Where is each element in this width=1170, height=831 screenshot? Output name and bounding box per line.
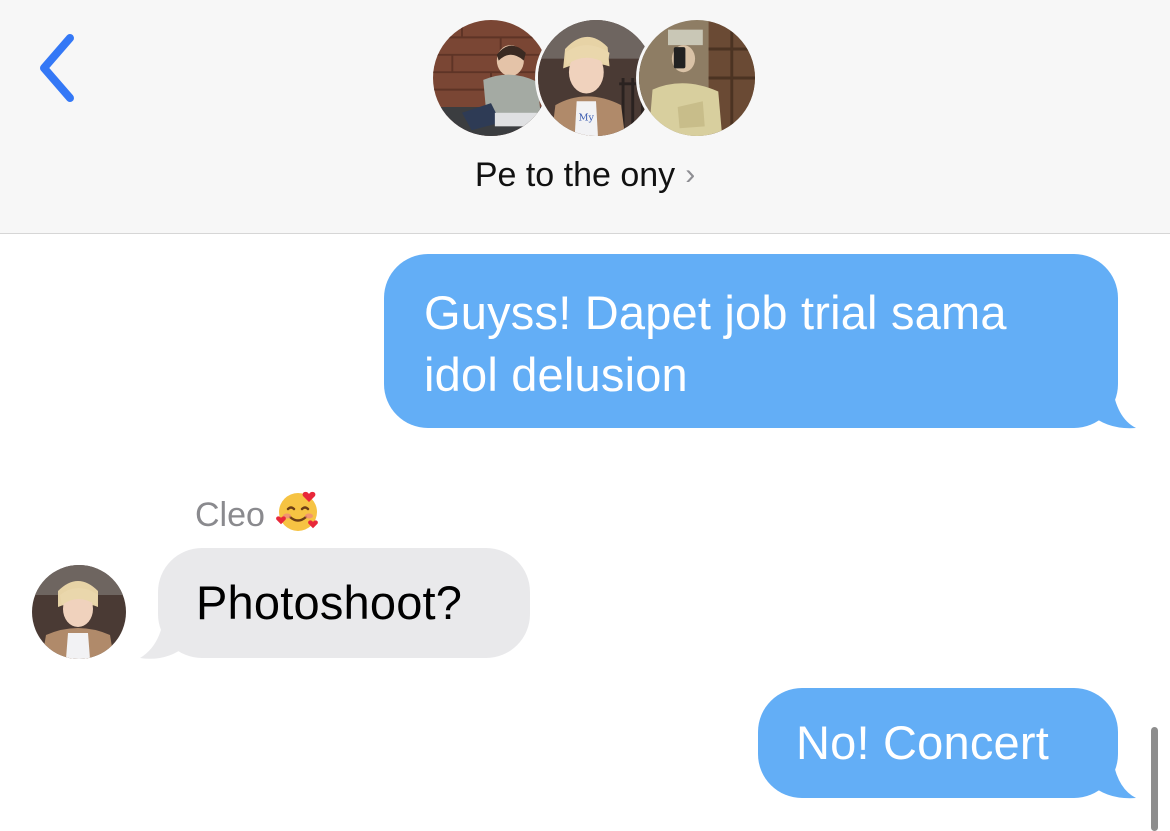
message-text: Photoshoot?: [196, 576, 463, 629]
incoming-message-bubble[interactable]: Photoshoot?: [158, 548, 530, 658]
outgoing-message-bubble[interactable]: No! Concert: [758, 688, 1118, 798]
chevron-left-icon: [40, 34, 74, 102]
chevron-right-icon: ›: [685, 158, 696, 191]
group-name: Pe to the ony: [474, 156, 676, 194]
group-member-avatar: [636, 17, 758, 139]
group-avatars[interactable]: My: [430, 17, 758, 143]
sender-name-row: Cleo: [195, 488, 321, 534]
avatar-photo-1: [433, 20, 549, 136]
sender-avatar[interactable]: [32, 565, 126, 659]
bubble-tail: [1090, 754, 1136, 799]
smiling-face-with-hearts-emoji-icon: [275, 488, 321, 534]
group-name-button[interactable]: Pe to the ony ›: [0, 156, 1170, 195]
message-text: No! Concert: [796, 716, 1049, 769]
sender-name: Cleo: [195, 496, 265, 534]
scroll-indicator[interactable]: [1151, 727, 1158, 831]
bubble-tail: [1090, 384, 1136, 429]
messages-screen: My Pe to the ony › Guyss! Dapet job tria…: [0, 0, 1170, 831]
back-button[interactable]: [30, 30, 90, 106]
message-text: Guyss! Dapet job trial sama idol delusio…: [424, 286, 1007, 401]
group-member-avatar: [430, 17, 552, 139]
outgoing-message-bubble[interactable]: Guyss! Dapet job trial sama idol delusio…: [384, 254, 1118, 428]
conversation-header: My Pe to the ony ›: [0, 0, 1170, 234]
avatar-photo-3: [639, 20, 755, 136]
svg-text:My: My: [579, 113, 595, 124]
avatar-photo-2: [32, 565, 126, 659]
